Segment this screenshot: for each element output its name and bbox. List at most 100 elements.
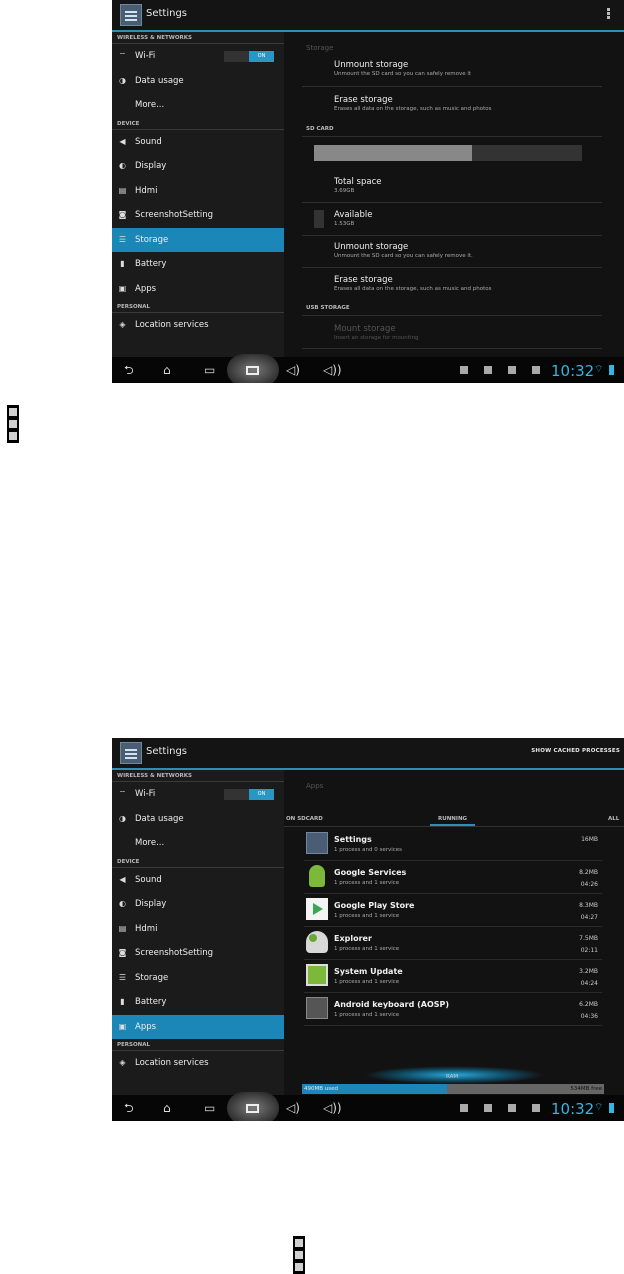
list-item[interactable]: Settings 1 process and 0 services 16MB [304,828,602,861]
back-icon[interactable]: ⮌ [124,364,134,376]
action-bar-title: Settings [146,746,188,757]
sidebar-item-hdmi[interactable]: ▤ Hdmi [112,917,284,942]
sidebar-item-sound[interactable]: ◀ Sound [112,130,284,155]
sidebar-item-label: Apps [135,283,157,294]
sidebar-item-battery[interactable]: ▮ Battery [112,252,284,277]
camera-icon: ◙ [118,210,127,219]
menu-dots-icon [7,405,19,443]
divider [302,315,602,316]
tab-running[interactable]: RUNNING [430,816,476,826]
settings-app-icon[interactable] [120,4,142,26]
row-subtitle: Insert an storage for mounting [334,335,419,341]
sidebar-item-display[interactable]: ◐ Display [112,154,284,179]
sidebar-item-storage[interactable]: ☰ Storage [112,227,284,252]
sidebar-item-location[interactable]: ◈ Location services [112,1051,284,1076]
volume-up-icon[interactable]: ◁)) [323,1102,342,1114]
section-header-personal: PERSONAL [112,1039,284,1051]
sidebar-item-label: More... [135,838,165,848]
list-item[interactable]: System Update 1 process and 1 service 3.… [304,960,602,993]
sidebar-item-display[interactable]: ◐ Display [112,892,284,917]
sidebar-item-wifi[interactable]: ⌔ Wi-Fi ON [112,44,284,69]
volume-up-icon[interactable]: ◁)) [323,364,342,376]
sidebar-item-more[interactable]: More... [112,93,284,118]
settings-app-icon[interactable] [120,742,142,764]
sidebar-item-data-usage[interactable]: ◑ Data usage [112,69,284,94]
sidebar-item-sound[interactable]: ◀ Sound [112,868,284,893]
play-store-icon [306,898,328,920]
apps-icon: ▣ [118,283,127,293]
action-bar-title: Settings [146,8,188,19]
action-bar: Settings [112,0,624,32]
app-time: 02:11 [580,947,598,954]
home-icon[interactable]: ⌂ [163,1102,171,1114]
volume-down-icon[interactable]: ◁) [286,364,300,376]
unmount-storage-row[interactable]: Unmount storage Unmount the SD card so y… [334,242,599,259]
tab-all[interactable]: ALL [608,816,619,822]
section-header-personal: PERSONAL [112,301,284,313]
sidebar-item-storage[interactable]: ☰ Storage [112,966,284,991]
erase-storage-row[interactable]: Erase storage Erases all data on the sto… [334,275,599,292]
sd-card-status-icon [460,1104,468,1112]
sidebar-item-screenshot-setting[interactable]: ◙ ScreenshotSetting [112,203,284,228]
clock[interactable]: 10:32 [551,362,594,380]
list-item[interactable]: Explorer 1 process and 1 service 7.5MB 0… [304,927,602,960]
row-subtitle: 1.53GB [334,221,355,227]
sidebar-item-label: ScreenshotSetting [135,948,214,958]
sidebar-item-more[interactable]: More... [112,831,284,856]
section-header-wireless: WIRELESS & NETWORKS [112,32,284,44]
divider [302,348,602,349]
recent-apps-icon[interactable]: ▭ [204,1102,215,1114]
show-cached-processes-button[interactable]: SHOW CACHED PROCESSES [531,748,620,754]
ram-label: RAM [446,1074,459,1080]
screenshot-button-icon[interactable] [227,354,279,383]
sidebar-item-wifi[interactable]: ⌔ Wi-Fi ON [112,782,284,807]
volume-down-icon[interactable]: ◁) [286,1102,300,1114]
battery-icon: ▮ [120,259,125,268]
sidebar-item-label: More... [135,100,165,110]
sidebar-item-apps[interactable]: ▣ Apps [112,277,284,302]
sidebar-item-apps[interactable]: ▣ Apps [112,1014,284,1039]
home-icon[interactable]: ⌂ [163,364,171,376]
erase-storage-row[interactable]: Erase storage Erases all data on the sto… [334,95,599,112]
screenshot-button-icon[interactable] [227,1092,279,1121]
settings-sidebar: WIRELESS & NETWORKS ⌔ Wi-Fi ON ◑ Data usag… [112,770,284,1095]
app-time: 04:27 [580,914,598,921]
overflow-menu-icon[interactable] [607,8,610,20]
app-process: 1 process and 1 service [334,1012,400,1018]
wifi-toggle[interactable]: ON [224,51,274,62]
sd-usage-fill [314,145,473,161]
tab-on-sdcard[interactable]: ON SDCARD [286,816,323,822]
sidebar-item-screenshot-setting[interactable]: ◙ ScreenshotSetting [112,941,284,966]
list-item[interactable]: Google Play Store 1 process and 1 servic… [304,894,602,927]
list-item[interactable]: Google Services 1 process and 1 service … [304,861,602,894]
system-update-icon [306,964,328,986]
divider [302,235,602,236]
back-icon[interactable]: ⮌ [124,1102,134,1114]
sidebar-item-hdmi[interactable]: ▤ Hdmi [112,179,284,204]
wifi-toggle[interactable]: ON [224,789,274,800]
sidebar-item-data-usage[interactable]: ◑ Data usage [112,807,284,832]
sidebar-item-label: Display [135,161,167,171]
battery-status-icon [609,1103,614,1113]
available-row: Available 1.53GB [334,210,599,227]
app-size: 16MB [581,836,598,843]
storage-panel: Storage Unmount storage Unmount the SD c… [284,32,624,357]
mail-status-icon [508,1104,516,1112]
app-name: System Update [334,967,403,976]
section-usb-storage: USB STORAGE [306,305,350,311]
leaf-icon [309,934,317,942]
sidebar-item-label: ScreenshotSetting [135,210,214,220]
app-name: Google Services [334,868,407,877]
unmount-storage-top[interactable]: Unmount storage Unmount the SD card so y… [334,60,599,77]
toggle-state: ON [249,789,274,800]
system-nav-bar: ⮌ ⌂ ▭ ◁) ◁)) 10:32 ⌔ [112,1092,624,1121]
location-icon: ◈ [119,320,126,329]
clock[interactable]: 10:32 [551,1100,594,1118]
row-title: Erase storage [334,275,393,285]
list-item[interactable]: Android keyboard (AOSP) 1 process and 1 … [304,993,602,1026]
recent-apps-icon[interactable]: ▭ [204,364,215,376]
sidebar-item-location[interactable]: ◈ Location services [112,313,284,338]
sidebar-item-battery[interactable]: ▮ Battery [112,990,284,1015]
row-title: Available [334,210,373,220]
sidebar-item-label: Display [135,899,167,909]
